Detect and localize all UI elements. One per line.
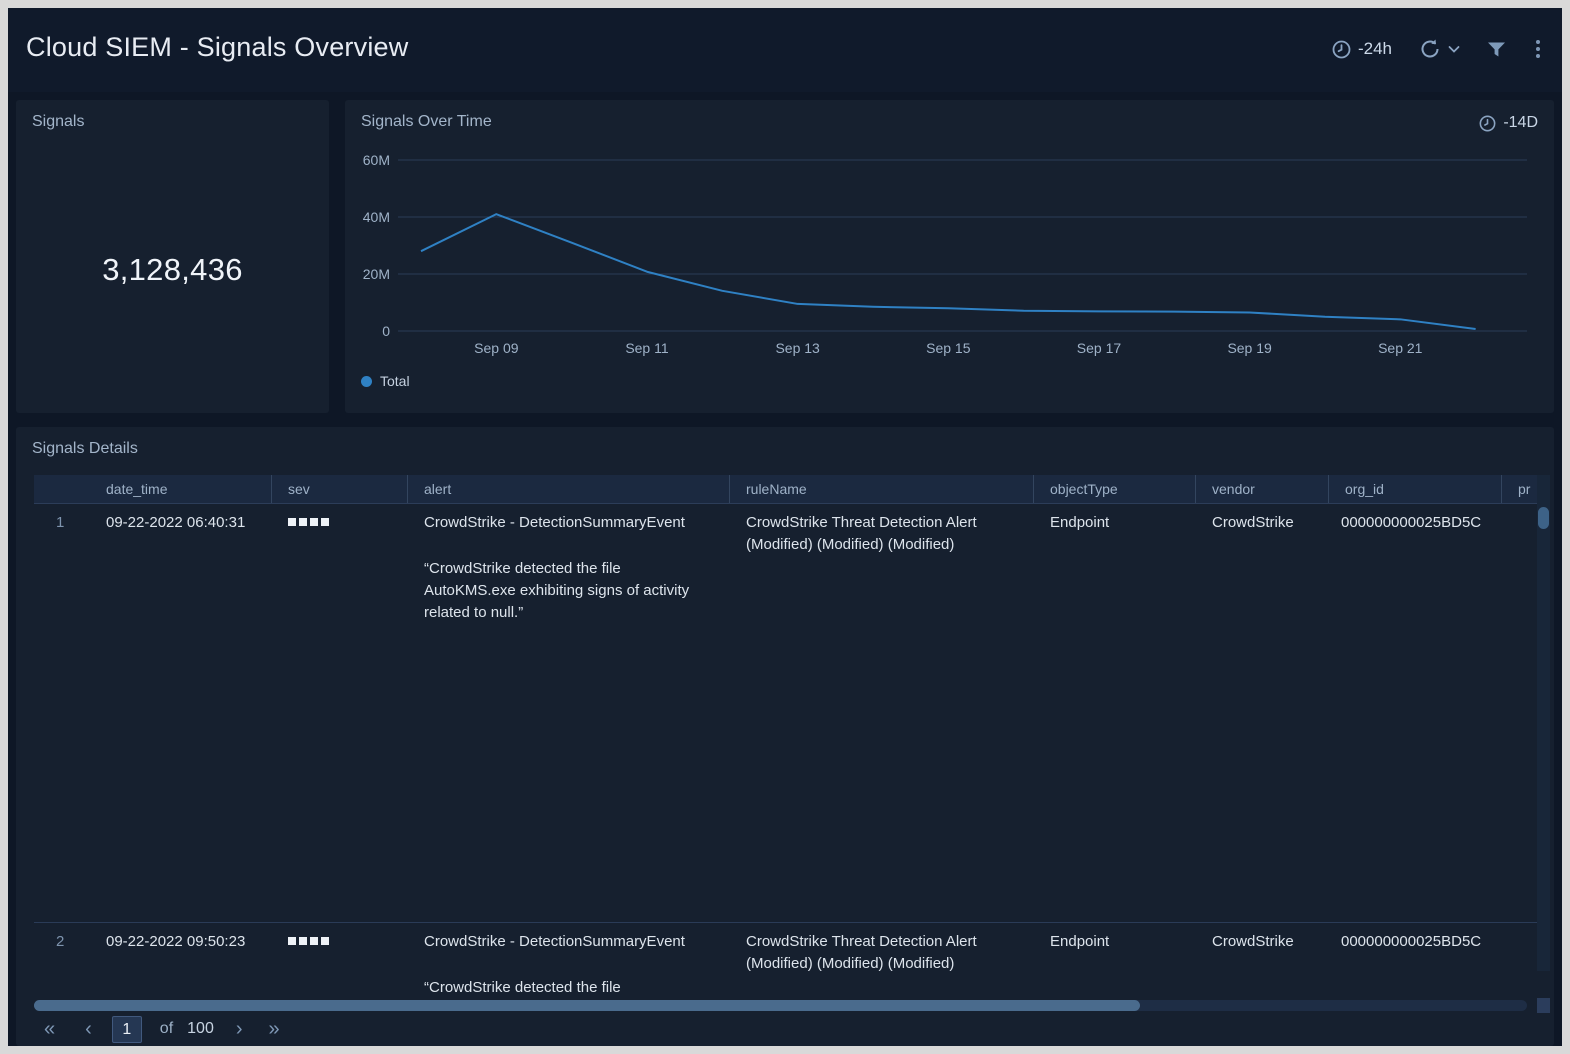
refresh-icon: [1418, 38, 1442, 60]
legend-dot: [361, 376, 372, 387]
table-body: 109-22-2022 06:40:31 CrowdStrike - Detect…: [34, 504, 1545, 999]
details-panel-title: Signals Details: [32, 440, 138, 458]
vertical-scrollbar-thumb[interactable]: [1538, 507, 1549, 529]
alert-title: CrowdStrike - DetectionSummaryEvent: [424, 512, 716, 534]
x-axis-tick-label: Sep 17: [1077, 340, 1122, 356]
table-row[interactable]: 209-22-2022 09:50:23 CrowdStrike - Detect…: [34, 922, 1545, 999]
signals-table: date_timesevalertruleNameobjectTypevendo…: [34, 475, 1545, 999]
header-controls: -24h: [1332, 38, 1544, 60]
y-axis-tick-label: 60M: [363, 152, 390, 168]
kebab-menu-icon[interactable]: [1532, 38, 1544, 60]
x-axis-tick-label: Sep 19: [1227, 340, 1272, 356]
severity-block: [299, 518, 307, 526]
prev-page-button[interactable]: ‹: [81, 1016, 96, 1042]
severity-blocks: [288, 931, 394, 945]
alert-title: CrowdStrike - DetectionSummaryEvent: [424, 931, 716, 953]
pagination: « ‹ 1 of 100 › »: [40, 1015, 284, 1043]
cell-object-type: Endpoint: [1034, 504, 1196, 922]
cell-rule-name: CrowdStrike Threat Detection Alert(Modif…: [730, 504, 1034, 922]
first-page-button[interactable]: «: [40, 1016, 59, 1042]
cell-object-type: Endpoint: [1034, 923, 1196, 999]
alert-description: “CrowdStrike detected the fileAutoKMS.ex…: [424, 558, 716, 624]
cell-date-time: 09-22-2022 09:50:23: [90, 923, 272, 999]
cell-vendor: CrowdStrike: [1196, 504, 1329, 922]
time-range-label: -24h: [1358, 39, 1392, 59]
cell-date-time: 09-22-2022 06:40:31: [90, 504, 272, 922]
chevron-down-icon: [1447, 44, 1461, 54]
severity-block: [299, 937, 307, 945]
signals-count-panel: Signals 3,128,436: [16, 100, 329, 413]
column-header-row-number[interactable]: [34, 475, 90, 503]
signals-over-time-panel: Signals Over Time -14D 020M40M60MSep 09S…: [345, 100, 1554, 413]
x-axis-tick-label: Sep 13: [775, 340, 820, 356]
table-header-row: date_timesevalertruleNameobjectTypevendo…: [34, 475, 1545, 504]
vertical-scrollbar-track[interactable]: [1537, 475, 1550, 971]
severity-block: [288, 518, 296, 526]
severity-block: [310, 937, 318, 945]
refresh-button[interactable]: [1418, 38, 1461, 60]
column-header-org_id[interactable]: org_id: [1329, 475, 1502, 503]
filter-button[interactable]: [1487, 41, 1506, 58]
current-page-input[interactable]: 1: [112, 1016, 142, 1043]
next-page-button[interactable]: ›: [232, 1016, 247, 1042]
column-header-alert[interactable]: alert: [408, 475, 730, 503]
pagination-of-label: of: [160, 1020, 173, 1038]
page-title: Cloud SIEM - Signals Overview: [26, 32, 408, 63]
y-axis-tick-label: 0: [382, 323, 390, 339]
y-axis-tick-label: 40M: [363, 209, 390, 225]
cell-alert: CrowdStrike - DetectionSummaryEvent “Crow…: [408, 504, 730, 922]
last-page-button[interactable]: »: [265, 1016, 284, 1042]
signals-panel-title: Signals: [32, 113, 84, 131]
severity-block: [321, 518, 329, 526]
x-axis-tick-label: Sep 21: [1378, 340, 1423, 356]
severity-block: [321, 937, 329, 945]
column-header-ruleName[interactable]: ruleName: [730, 475, 1034, 503]
cell-severity: [272, 504, 408, 922]
column-header-sev[interactable]: sev: [272, 475, 408, 503]
cell-vendor: CrowdStrike: [1196, 923, 1329, 999]
scrollbar-corner: [1537, 998, 1550, 1013]
legend-label: Total: [380, 373, 410, 389]
cell-alert: CrowdStrike - DetectionSummaryEvent “Crow…: [408, 923, 730, 999]
x-axis-tick-label: Sep 11: [625, 340, 669, 356]
column-header-vendor[interactable]: vendor: [1196, 475, 1329, 503]
time-range-selector[interactable]: -24h: [1332, 39, 1392, 59]
cell-rule-name: CrowdStrike Threat Detection Alert(Modif…: [730, 923, 1034, 999]
dashboard-root: Cloud SIEM - Signals Overview -24h: [8, 8, 1562, 1046]
x-axis-tick-label: Sep 15: [926, 340, 971, 356]
horizontal-scrollbar-track[interactable]: [34, 1000, 1527, 1011]
cell-row-number: 1: [34, 504, 90, 922]
severity-blocks: [288, 512, 394, 526]
clock-icon: [1332, 40, 1351, 59]
table-row[interactable]: 109-22-2022 06:40:31 CrowdStrike - Detect…: [34, 504, 1545, 922]
cell-severity: [272, 923, 408, 999]
severity-block: [310, 518, 318, 526]
pagination-total-pages: 100: [187, 1020, 214, 1038]
legend-item-total[interactable]: Total: [361, 373, 410, 389]
horizontal-scrollbar-thumb[interactable]: [34, 1000, 1140, 1011]
signals-details-panel: Signals Details date_timesevalertruleNam…: [16, 427, 1554, 1046]
x-axis-tick-label: Sep 09: [474, 340, 519, 356]
filter-icon: [1487, 41, 1506, 58]
cell-org-id: 000000000025BD5C: [1329, 923, 1502, 999]
column-header-date_time[interactable]: date_time: [90, 475, 272, 503]
signals-count-value: 3,128,436: [16, 252, 329, 288]
cell-org-id: 000000000025BD5C: [1329, 504, 1502, 922]
signals-over-time-chart: 0 20M 40M 60M Sep 09 Sep 11 Sep 13 Sep 15 Sep 17…: [345, 100, 1554, 413]
column-header-objectType[interactable]: objectType: [1034, 475, 1196, 503]
severity-block: [288, 937, 296, 945]
cell-row-number: 2: [34, 923, 90, 999]
alert-description: “CrowdStrike detected the file….exe exhi…: [424, 977, 716, 999]
y-axis-tick-label: 20M: [363, 266, 390, 282]
dashboard-header: Cloud SIEM - Signals Overview -24h: [8, 8, 1562, 92]
total-series-line: [421, 214, 1476, 329]
